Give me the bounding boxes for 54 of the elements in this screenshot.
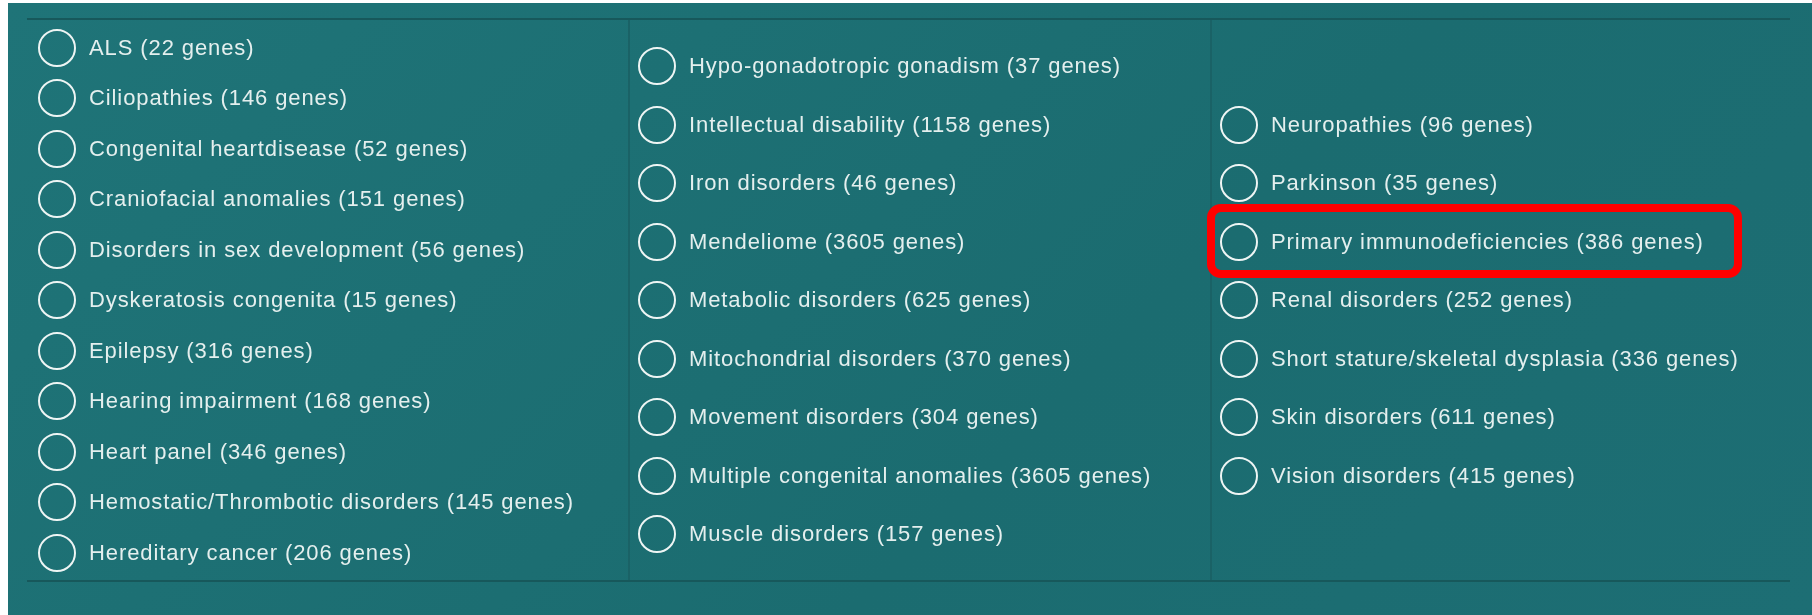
option-label: Metabolic disorders (625 genes)	[689, 287, 1032, 313]
option-label: Skin disorders (611 genes)	[1271, 404, 1556, 430]
radio-button[interactable]	[638, 164, 676, 202]
option-label: Muscle disorders (157 genes)	[689, 521, 1004, 547]
radio-button[interactable]	[638, 222, 676, 261]
option-label: Parkinson (35 genes)	[1271, 170, 1499, 196]
option-label: Intellectual disability (1158 genes)	[689, 111, 1052, 138]
option-label: Disorders in sex development (56 genes)	[89, 236, 526, 263]
option-label: Craniofacial anomalies (151 genes)	[89, 186, 466, 212]
option-label: Epilepsy (316 genes)	[89, 337, 314, 364]
radio-button[interactable]	[38, 129, 76, 168]
radio-button[interactable]	[1220, 456, 1258, 495]
option-label: Short stature/skeletal dysplasia (336 genes)	[1271, 345, 1739, 372]
option-label: ALS (22 genes)	[89, 34, 255, 61]
radio-button[interactable]	[38, 180, 76, 218]
radio-button[interactable]	[38, 432, 76, 471]
radio-button[interactable]	[38, 28, 76, 67]
radio-button[interactable]	[638, 456, 676, 495]
option-label: Movement disorders (304 genes)	[689, 404, 1039, 430]
radio-button[interactable]	[38, 281, 76, 319]
option-label: Mitochondrial disorders (370 genes)	[689, 345, 1072, 372]
option-label: Neuropathies (96 genes)	[1271, 111, 1534, 138]
radio-button[interactable]	[638, 47, 676, 85]
radio-button[interactable]	[1220, 105, 1258, 144]
option-label: Iron disorders (46 genes)	[689, 170, 958, 196]
option-label: Heart panel (346 genes)	[89, 438, 347, 465]
radio-button[interactable]	[38, 483, 76, 521]
option-label: Ciliopathies (146 genes)	[89, 85, 348, 111]
radio-button[interactable]	[638, 105, 676, 144]
radio-button[interactable]	[638, 398, 676, 436]
radio-button[interactable]	[638, 339, 676, 378]
radio-button[interactable]	[38, 331, 76, 370]
option-label: Hereditary cancer (206 genes)	[89, 539, 413, 566]
option-label: Mendeliome (3605 genes)	[689, 228, 966, 255]
option-label: Hypo-gonadotropic gonadism (37 genes)	[689, 53, 1121, 79]
radio-button[interactable]	[1220, 222, 1258, 261]
option-label: Multiple congenital anomalies (3605 genes)	[689, 462, 1152, 489]
option-label: Hemostatic/Thrombotic disorders (145 genes)	[89, 489, 574, 515]
radio-button[interactable]	[1220, 339, 1258, 378]
radio-button[interactable]	[1220, 398, 1258, 436]
option-label: Dyskeratosis congenita (15 genes)	[89, 287, 458, 313]
option-label: Primary immunodeficiencies (386 genes)	[1271, 228, 1704, 255]
radio-button[interactable]	[1220, 281, 1258, 319]
option-label: Vision disorders (415 genes)	[1271, 462, 1576, 489]
radio-button[interactable]	[38, 230, 76, 269]
radio-button[interactable]	[38, 382, 76, 420]
radio-button[interactable]	[38, 79, 76, 117]
radio-button[interactable]	[1220, 164, 1258, 202]
radio-button[interactable]	[638, 515, 676, 553]
radio-button[interactable]	[638, 281, 676, 319]
option-label: Congenital heartdisease (52 genes)	[89, 135, 469, 162]
radio-button[interactable]	[38, 533, 76, 572]
option-label: Renal disorders (252 genes)	[1271, 287, 1573, 313]
option-label: Hearing impairment (168 genes)	[89, 388, 432, 414]
